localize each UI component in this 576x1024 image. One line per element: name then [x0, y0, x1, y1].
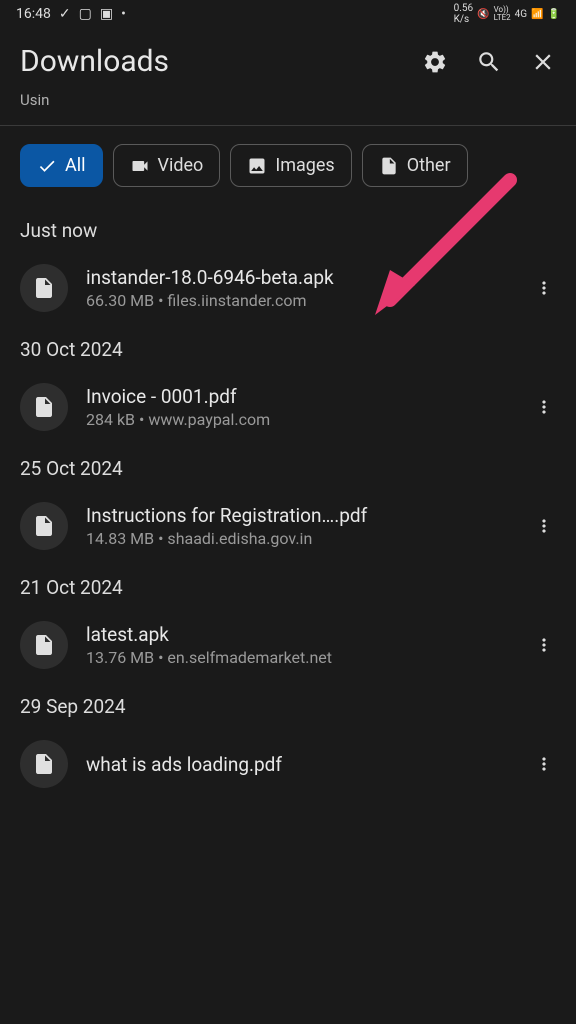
file-icon: [32, 752, 56, 776]
status-dot-icon: •: [121, 6, 126, 22]
status-app-icon: ▣: [100, 6, 113, 22]
status-network: 4G: [515, 9, 527, 20]
file-icon-wrap: [20, 264, 68, 312]
more-button[interactable]: [524, 387, 564, 427]
status-bar: 16:48 ✓ ▢ ▣ • 0.56K/s 🔇 Vo))LTE2 4G 📶 🔋: [0, 0, 576, 28]
file-icon-wrap: [20, 740, 68, 788]
video-icon: [130, 156, 150, 176]
file-icon: [32, 395, 56, 419]
file-row[interactable]: Invoice - 0001.pdf 284 kB • www.paypal.co…: [0, 371, 576, 443]
more-vert-icon: [534, 278, 554, 298]
file-icon: [32, 633, 56, 657]
status-time: 16:48: [16, 6, 51, 22]
file-meta: 14.83 MB • shaadi.edisha.gov.in: [86, 529, 506, 548]
file-name: Invoice - 0001.pdf: [86, 385, 506, 408]
check-icon: [37, 156, 57, 176]
page-title: Downloads: [20, 44, 169, 79]
file-row[interactable]: instander-18.0-6946-beta.apk 66.30 MB • f…: [0, 252, 576, 324]
filter-chip-other[interactable]: Other: [362, 144, 468, 187]
status-mute-icon: 🔇: [477, 9, 489, 20]
filter-chip-images[interactable]: Images: [230, 144, 351, 187]
file-icon-wrap: [20, 383, 68, 431]
file-icon-wrap: [20, 502, 68, 550]
file-name: Instructions for Registration….pdf: [86, 504, 506, 527]
section-header: 29 Sep 2024: [0, 681, 576, 728]
status-signal-icon: 📶: [531, 9, 543, 20]
settings-icon[interactable]: [422, 49, 448, 75]
status-image-icon: ▢: [79, 6, 92, 22]
close-icon[interactable]: [530, 49, 556, 75]
search-icon[interactable]: [476, 49, 502, 75]
file-name: latest.apk: [86, 623, 506, 646]
filter-chips: All Video Images Other: [0, 126, 576, 205]
more-button[interactable]: [524, 744, 564, 784]
more-vert-icon: [534, 397, 554, 417]
more-vert-icon: [534, 754, 554, 774]
section-header: 21 Oct 2024: [0, 562, 576, 609]
file-icon: [32, 514, 56, 538]
status-battery-icon: 🔋: [548, 9, 560, 20]
images-icon: [247, 156, 267, 176]
file-row[interactable]: what is ads loading.pdf: [0, 728, 576, 800]
file-icon: [32, 276, 56, 300]
more-vert-icon: [534, 635, 554, 655]
file-meta: 284 kB • www.paypal.com: [86, 410, 506, 429]
more-button[interactable]: [524, 268, 564, 308]
more-button[interactable]: [524, 625, 564, 665]
more-vert-icon: [534, 516, 554, 536]
section-header: Just now: [0, 205, 576, 252]
file-icon: [379, 156, 399, 176]
more-button[interactable]: [524, 506, 564, 546]
file-meta: 13.76 MB • en.selfmademarket.net: [86, 648, 506, 667]
file-meta: 66.30 MB • files.iinstander.com: [86, 291, 506, 310]
file-row[interactable]: latest.apk 13.76 MB • en.selfmademarket.n…: [0, 609, 576, 681]
section-header: 30 Oct 2024: [0, 324, 576, 371]
filter-chip-all[interactable]: All: [20, 144, 103, 187]
section-header: 25 Oct 2024: [0, 443, 576, 490]
file-icon-wrap: [20, 621, 68, 669]
file-name: what is ads loading.pdf: [86, 753, 506, 776]
file-row[interactable]: Instructions for Registration….pdf 14.83 …: [0, 490, 576, 562]
header: Downloads: [0, 28, 576, 87]
header-subtext: Usin: [0, 87, 576, 125]
filter-chip-video[interactable]: Video: [113, 144, 221, 187]
status-check-icon: ✓: [59, 6, 71, 22]
file-name: instander-18.0-6946-beta.apk: [86, 266, 506, 289]
